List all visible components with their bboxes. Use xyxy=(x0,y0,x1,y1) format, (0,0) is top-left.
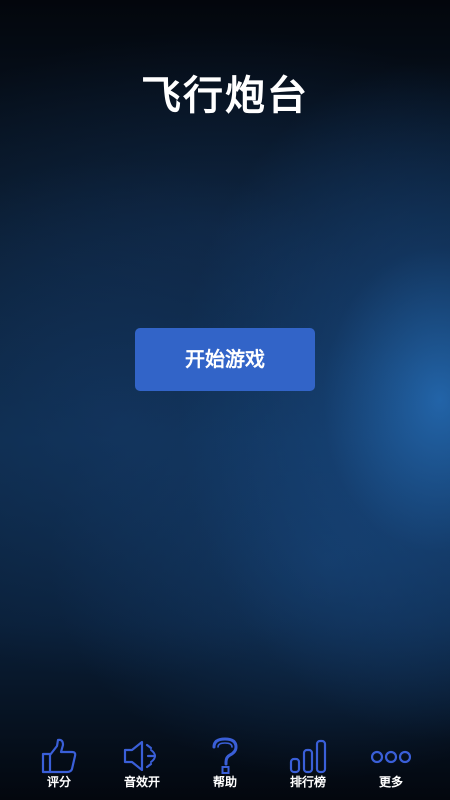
nav-label-rate: 评分 xyxy=(46,775,71,789)
nav-item-more[interactable]: 更多 xyxy=(356,735,426,795)
nav-item-help[interactable]: 帮助 xyxy=(190,735,260,795)
nav-item-leaderboard[interactable]: 排行榜 xyxy=(273,735,343,795)
start-game-button[interactable]: 开始游戏 xyxy=(135,328,315,391)
speaker-icon xyxy=(123,740,156,772)
bottom-nav-bar: 评分 音效开 帮助 排行榜 更多 xyxy=(0,735,450,800)
nav-label-sound: 音效开 xyxy=(123,775,160,789)
nav-item-rate[interactable]: 评分 xyxy=(24,735,94,795)
question-mark-icon xyxy=(212,737,238,774)
bar-chart-icon xyxy=(289,739,327,774)
nav-item-sound[interactable]: 音效开 xyxy=(107,735,177,795)
nav-label-more: 更多 xyxy=(378,775,403,789)
nav-label-help: 帮助 xyxy=(212,775,237,789)
game-title: 飞行炮台 xyxy=(141,73,309,119)
thumbs-up-icon xyxy=(41,738,77,774)
nav-label-leaderboard: 排行榜 xyxy=(289,775,326,789)
more-dots-icon xyxy=(371,750,411,764)
